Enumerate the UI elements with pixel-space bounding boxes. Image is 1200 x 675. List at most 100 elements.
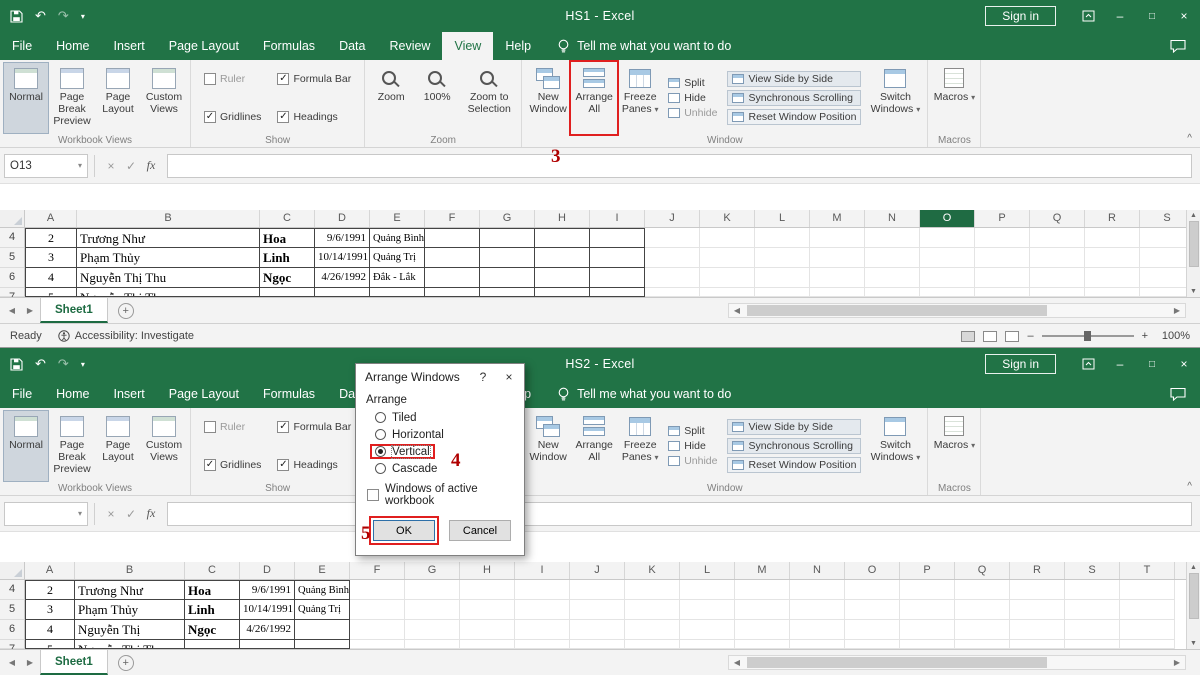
cell-F6[interactable]	[350, 620, 405, 640]
cell-O6[interactable]	[920, 268, 975, 288]
cell-E6[interactable]: Đắk - Lắk	[370, 268, 425, 288]
page-layout-view-button[interactable]: Page Layout	[95, 410, 141, 482]
cell-F4[interactable]	[425, 228, 480, 248]
cell-P5[interactable]	[975, 248, 1030, 268]
cell-O4[interactable]	[920, 228, 975, 248]
split-button[interactable]: Split	[668, 77, 717, 89]
sign-in-button[interactable]: Sign in	[985, 6, 1056, 26]
cell-I7[interactable]	[515, 640, 570, 649]
cell-B4[interactable]: Trương Như	[75, 580, 185, 600]
collapse-ribbon-button[interactable]: ^	[1187, 133, 1192, 144]
cell-N5[interactable]	[865, 248, 920, 268]
column-header-K[interactable]: K	[625, 562, 680, 579]
cell-Q6[interactable]	[1030, 268, 1085, 288]
column-header-M[interactable]: M	[810, 210, 865, 227]
formula-bar-checkbox[interactable]: Formula Bar	[277, 410, 351, 444]
unhide-button[interactable]: Unhide	[668, 455, 717, 467]
cell-D4[interactable]: 9/6/1991	[315, 228, 370, 248]
column-header-H[interactable]: H	[460, 562, 515, 579]
freeze-panes-button[interactable]: Freeze Panes ▾	[617, 62, 663, 134]
tell-me-box[interactable]: Tell me what you want to do	[543, 32, 745, 60]
cell-L5[interactable]	[680, 600, 735, 620]
row-header-7[interactable]: 7	[0, 288, 25, 297]
cell-S6[interactable]	[1065, 620, 1120, 640]
cell-B6[interactable]: Nguyễn Thị	[75, 620, 185, 640]
column-header-L[interactable]: L	[755, 210, 810, 227]
cell-L6[interactable]	[680, 620, 735, 640]
page-break-preview-icon[interactable]	[1005, 331, 1019, 342]
cell-H7[interactable]	[460, 640, 515, 649]
cell-R6[interactable]	[1085, 268, 1140, 288]
column-header-B[interactable]: B	[75, 562, 185, 579]
cell-B5[interactable]: Phạm Thủy	[77, 248, 260, 268]
cell-K7[interactable]	[700, 288, 755, 297]
hide-button[interactable]: Hide	[668, 440, 717, 452]
cell-P6[interactable]	[900, 620, 955, 640]
cell-A7[interactable]: 5	[25, 288, 77, 297]
save-icon[interactable]	[10, 10, 23, 23]
cell-L7[interactable]	[755, 288, 810, 297]
column-header-E[interactable]: E	[295, 562, 350, 579]
column-header-B[interactable]: B	[77, 210, 260, 227]
cancel-button[interactable]: Cancel	[449, 520, 511, 541]
zoom-in-button[interactable]: +	[1142, 330, 1148, 342]
cell-J7[interactable]	[570, 640, 625, 649]
hscroll-left-icon[interactable]: ◀	[729, 658, 745, 667]
cell-K6[interactable]	[625, 620, 680, 640]
reset-window-position-button[interactable]: Reset Window Position	[727, 109, 861, 125]
cell-O4[interactable]	[845, 580, 900, 600]
column-header-E[interactable]: E	[370, 210, 425, 227]
cell-O7[interactable]	[920, 288, 975, 297]
sheet-nav-right-icon[interactable]: ▶	[22, 658, 38, 667]
new-window-button[interactable]: New Window	[525, 410, 571, 482]
menu-tab-review[interactable]: Review	[377, 32, 442, 60]
sheet-nav-right-icon[interactable]: ▶	[22, 306, 38, 315]
close-button[interactable]: ×	[1168, 0, 1200, 32]
vscroll-thumb[interactable]	[1189, 573, 1199, 619]
scroll-down-icon[interactable]: ▼	[1190, 640, 1197, 647]
cell-T5[interactable]	[1120, 600, 1175, 620]
cell-Q7[interactable]	[1030, 288, 1085, 297]
cell-O6[interactable]	[845, 620, 900, 640]
column-header-S[interactable]: S	[1065, 562, 1120, 579]
dialog-help-button[interactable]: ?	[470, 370, 496, 384]
gridlines-checkbox[interactable]: Gridlines	[204, 448, 261, 482]
column-header-N[interactable]: N	[790, 562, 845, 579]
select-all-button[interactable]	[0, 562, 25, 579]
cell-O7[interactable]	[845, 640, 900, 649]
column-header-L[interactable]: L	[680, 562, 735, 579]
cell-M6[interactable]	[735, 620, 790, 640]
formula-input[interactable]	[167, 154, 1192, 178]
cell-P7[interactable]	[900, 640, 955, 649]
cell-A5[interactable]: 3	[25, 248, 77, 268]
name-box[interactable]: O13▾	[4, 154, 88, 178]
split-button[interactable]: Split	[668, 425, 717, 437]
comments-icon[interactable]	[1170, 380, 1186, 408]
cell-J6[interactable]	[645, 268, 700, 288]
cell-D4[interactable]: 9/6/1991	[240, 580, 295, 600]
ruler-checkbox[interactable]: Ruler	[204, 62, 261, 96]
cell-N7[interactable]	[865, 288, 920, 297]
menu-tab-file[interactable]: File	[0, 380, 44, 408]
column-header-T[interactable]: T	[1120, 562, 1175, 579]
menu-tab-view[interactable]: View	[442, 32, 493, 60]
column-header-D[interactable]: D	[315, 210, 370, 227]
cell-E7[interactable]	[370, 288, 425, 297]
cell-E7[interactable]	[295, 640, 350, 649]
cell-D7[interactable]	[315, 288, 370, 297]
cell-I4[interactable]	[590, 228, 645, 248]
column-header-K[interactable]: K	[700, 210, 755, 227]
hscroll-right-icon[interactable]: ▶	[1169, 306, 1185, 315]
cell-C5[interactable]: Linh	[260, 248, 315, 268]
column-header-R[interactable]: R	[1010, 562, 1065, 579]
cell-K5[interactable]	[625, 600, 680, 620]
page-layout-view-icon[interactable]	[983, 331, 997, 342]
menu-tab-insert[interactable]: Insert	[102, 380, 157, 408]
cell-N5[interactable]	[790, 600, 845, 620]
name-box[interactable]: ▾	[4, 502, 88, 526]
column-header-A[interactable]: A	[25, 562, 75, 579]
cell-I5[interactable]	[515, 600, 570, 620]
radio-tiled[interactable]: Tiled	[372, 410, 420, 425]
cell-G6[interactable]	[480, 268, 535, 288]
cell-C7[interactable]	[260, 288, 315, 297]
